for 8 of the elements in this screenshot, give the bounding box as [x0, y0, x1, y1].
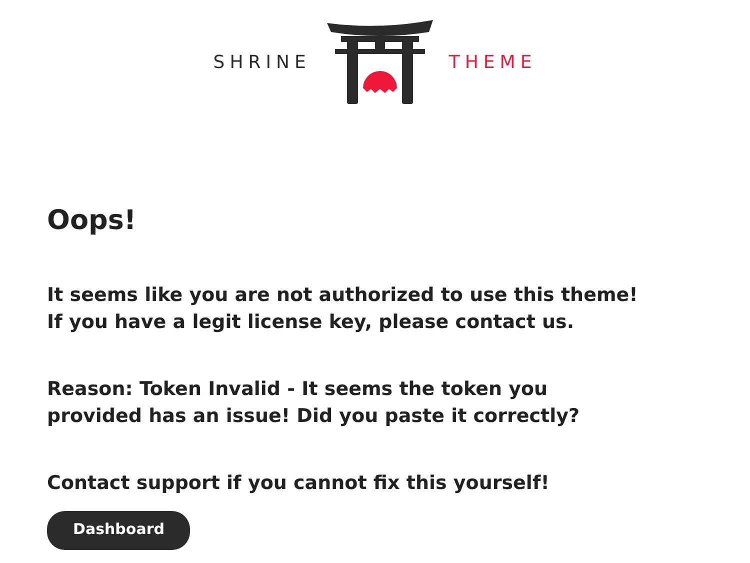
message-text: Contact support if you cannot fix this yourself! [47, 471, 550, 496]
message-text: It seems like you are not authorized to use this theme! If you have a legit license key, please contact us. [47, 283, 638, 335]
logo-text: THEME [448, 52, 537, 72]
message-text: Reason: Token Invalid - It seems the token you provided has an issue! Did you paste it correctly? [47, 377, 580, 429]
error-heading: Oops! [47, 204, 136, 238]
torii-gate-icon [326, 20, 433, 104]
logo-text: SHRINE [213, 52, 311, 72]
dashboard-button[interactable]: Dashboard [47, 511, 190, 550]
